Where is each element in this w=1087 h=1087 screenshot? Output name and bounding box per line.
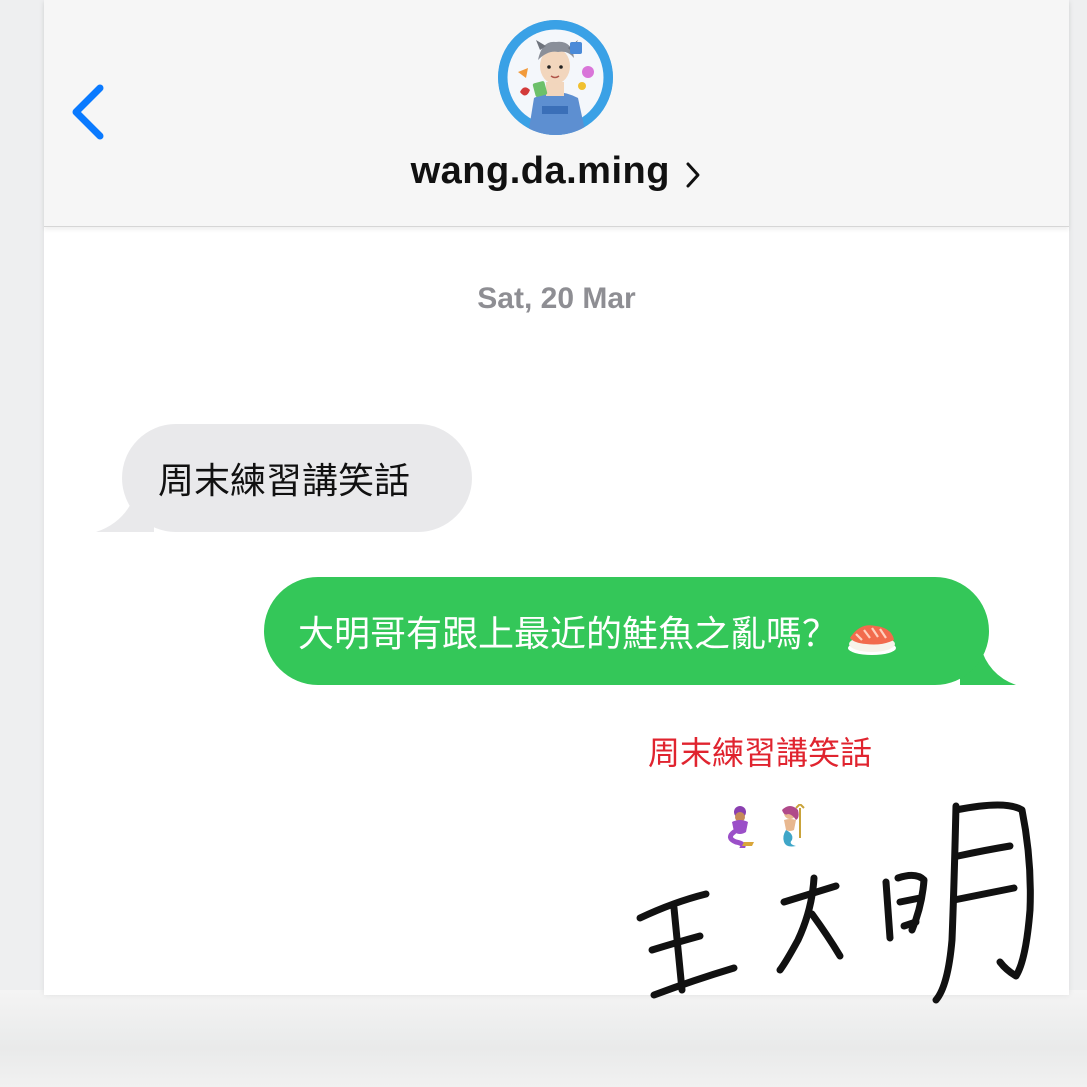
conversation-header: wang.da.ming: [44, 0, 1069, 227]
conversation-date: Sat, 20 Mar: [477, 282, 636, 315]
message-bubble-outgoing[interactable]: 大明哥有跟上最近的鮭魚之亂嗎？: [264, 577, 989, 685]
handwritten-signature: [636, 801, 1034, 1004]
back-button[interactable]: [66, 80, 116, 144]
contact-name: wang.da.ming: [410, 150, 670, 192]
message-text-content: 大明哥有跟上最近的鮭魚之亂嗎？: [298, 614, 839, 655]
caption-text: 周末練習講笑話: [648, 734, 873, 772]
chevron-right-icon: [686, 162, 700, 188]
message-bubble-incoming[interactable]: 周末練習講笑話: [122, 424, 472, 532]
chevron-left-icon: [72, 84, 104, 140]
messages-screen: wang.da.ming Sat, 20 Mar 周末練習講笑話 大明哥有跟上最…: [44, 0, 1069, 1004]
message-text: 大明哥有跟上最近的鮭魚之亂嗎？: [298, 605, 898, 657]
sushi-icon: [848, 625, 897, 655]
message-text: 周末練習講笑話: [158, 461, 411, 502]
contact-name-button[interactable]: wang.da.ming: [44, 150, 1069, 194]
avatar[interactable]: [498, 20, 613, 135]
avatar-illustration: [498, 20, 613, 135]
